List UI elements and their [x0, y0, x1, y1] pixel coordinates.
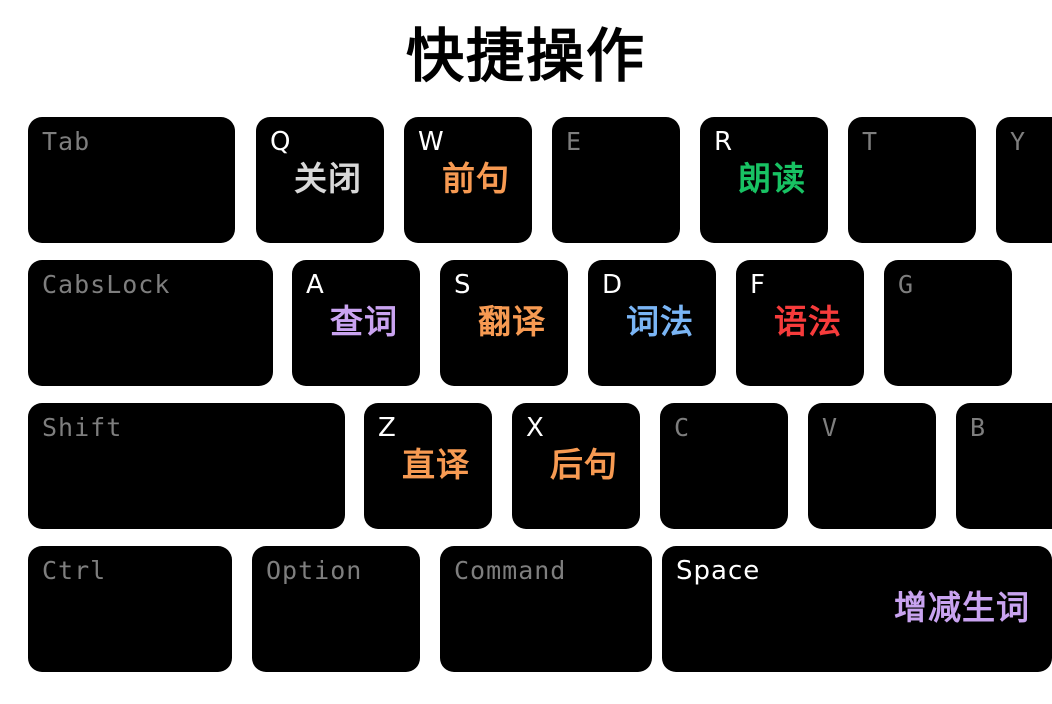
key-code-label: W — [418, 127, 445, 157]
key-d[interactable]: D 词法 — [588, 260, 716, 386]
page-title: 快捷操作 — [405, 22, 646, 90]
key-code-label: V — [822, 413, 839, 442]
key-code-label: Tab — [42, 127, 91, 156]
key-action-label: 前句 — [442, 159, 510, 198]
key-space[interactable]: Space 增减生词 — [662, 546, 1052, 672]
key-shift[interactable]: Shift — [28, 403, 345, 529]
shortcut-overlay-card: 快捷操作 Tab Q 关闭 W 前句 E R 朗读 T Y CabsLock A 查词 S 翻译 D 词法 F 语法… — [0, 0, 1052, 704]
key-code-label: Space — [676, 556, 761, 586]
key-code-label: A — [306, 270, 325, 300]
key-z[interactable]: Z 直译 — [364, 403, 492, 529]
key-option[interactable]: Option — [252, 546, 420, 672]
key-action-label: 词法 — [626, 302, 694, 341]
key-w[interactable]: W 前句 — [404, 117, 532, 243]
key-tab[interactable]: Tab — [28, 117, 235, 243]
key-cabslock[interactable]: CabsLock — [28, 260, 273, 386]
key-y[interactable]: Y — [996, 117, 1052, 243]
key-action-label: 朗读 — [738, 159, 806, 198]
key-action-label: 增减生词 — [894, 588, 1030, 627]
key-code-label: S — [454, 270, 472, 300]
key-code-label: Z — [378, 413, 397, 443]
key-action-label: 直译 — [402, 445, 470, 484]
key-action-label: 查词 — [330, 302, 398, 341]
key-g[interactable]: G — [884, 260, 1012, 386]
key-code-label: Ctrl — [42, 556, 107, 585]
key-q[interactable]: Q 关闭 — [256, 117, 384, 243]
key-x[interactable]: X 后句 — [512, 403, 640, 529]
key-code-label: CabsLock — [42, 270, 171, 299]
key-e[interactable]: E — [552, 117, 680, 243]
key-code-label: D — [602, 270, 624, 300]
key-code-label: T — [862, 127, 879, 156]
key-code-label: F — [750, 270, 766, 300]
key-code-label: G — [898, 270, 915, 299]
key-code-label: C — [674, 413, 691, 442]
key-code-label: E — [566, 127, 583, 156]
keyboard-layout: Tab Q 关闭 W 前句 E R 朗读 T Y CabsLock A 查词 S 翻译 D 词法 F 语法 G Shif… — [0, 117, 1052, 689]
key-code-label: Q — [270, 127, 292, 157]
key-action-label: 后句 — [550, 445, 618, 484]
key-code-label: X — [526, 413, 545, 443]
row-home: CabsLock A 查词 S 翻译 D 词法 F 语法 G — [0, 260, 1052, 386]
key-v[interactable]: V — [808, 403, 936, 529]
row-bottom-letters: Shift Z 直译 X 后句 C V B — [0, 403, 1052, 529]
key-t[interactable]: T — [848, 117, 976, 243]
key-action-label: 语法 — [774, 302, 842, 341]
key-code-label: Y — [1010, 127, 1027, 156]
row-qwerty: Tab Q 关闭 W 前句 E R 朗读 T Y — [0, 117, 1052, 243]
key-action-label: 关闭 — [294, 159, 362, 198]
key-code-label: Shift — [42, 413, 123, 442]
key-code-label: B — [970, 413, 987, 442]
key-a[interactable]: A 查词 — [292, 260, 420, 386]
key-command[interactable]: Command — [440, 546, 652, 672]
key-f[interactable]: F 语法 — [736, 260, 864, 386]
key-c[interactable]: C — [660, 403, 788, 529]
key-code-label: Option — [266, 556, 363, 585]
key-b[interactable]: B — [956, 403, 1052, 529]
key-code-label: Command — [454, 556, 567, 585]
key-s[interactable]: S 翻译 — [440, 260, 568, 386]
key-code-label: R — [714, 127, 734, 157]
key-action-label: 翻译 — [478, 302, 546, 341]
row-modifiers: Ctrl Option Command Space 增减生词 — [0, 546, 1052, 672]
key-ctrl[interactable]: Ctrl — [28, 546, 232, 672]
key-r[interactable]: R 朗读 — [700, 117, 828, 243]
